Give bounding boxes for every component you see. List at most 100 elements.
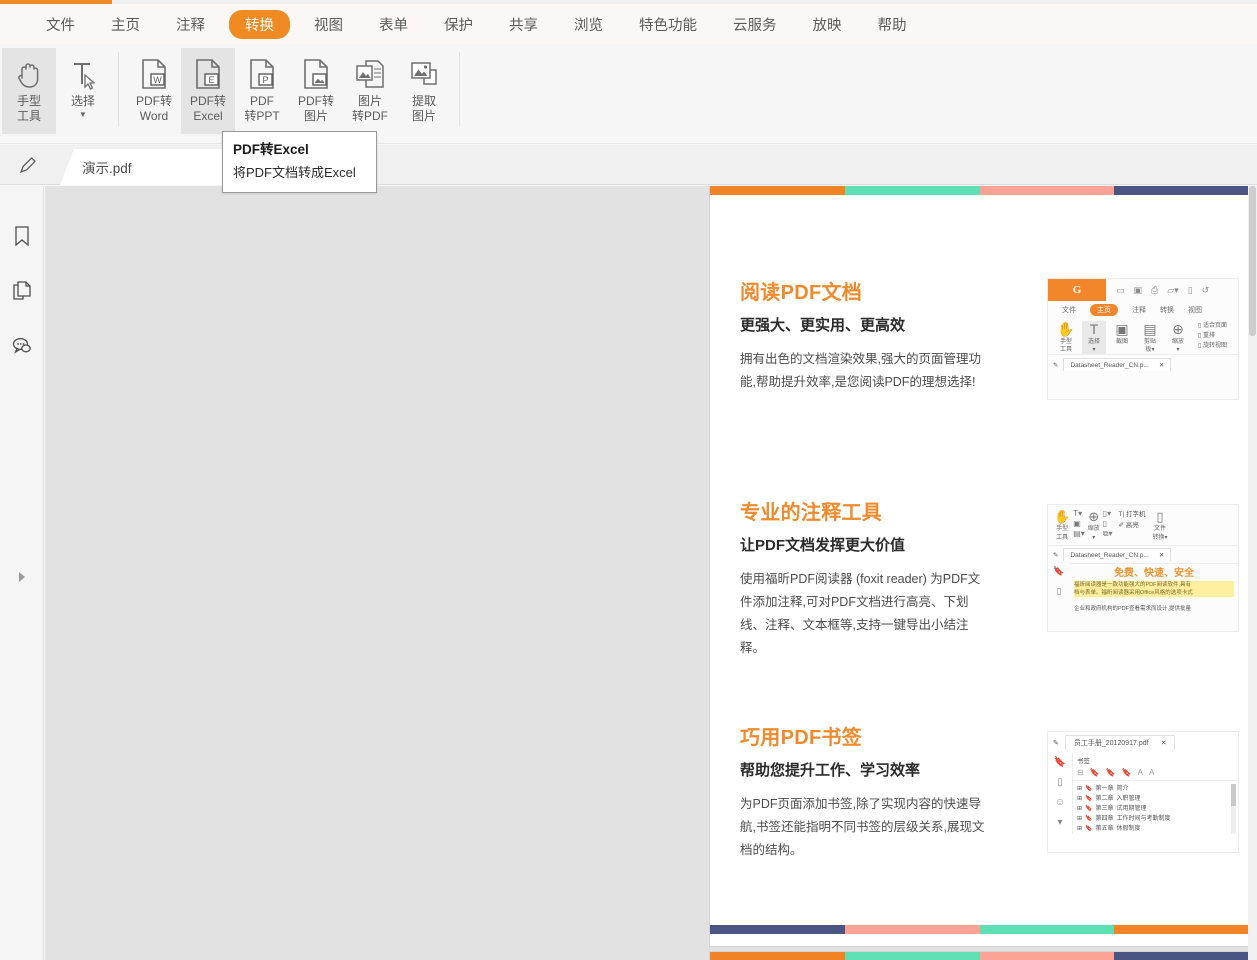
bookmark-row: ⊞🔖第三章试用期管理 <box>1077 804 1236 814</box>
file-word-icon: W <box>139 56 169 92</box>
mini2-highlight-line-1: 福昕阅读器是一款功能强大的PDF阅读软件,具有 <box>1074 581 1234 589</box>
ribbon-button-pdf-to-image[interactable]: PDF转图片 <box>289 48 343 134</box>
bookmark-chapter: 第二章 <box>1096 794 1114 804</box>
ribbon-button-extract-image[interactable]: 提取图片 <box>397 48 451 134</box>
color-band-2 <box>980 925 1115 934</box>
extract-image-icon <box>408 56 440 92</box>
ribbon-button-label: PDF转PPT <box>234 94 290 124</box>
mini2-annot-stack: T▾▣▤▾ <box>1073 509 1085 539</box>
viewer-scrollbar-track[interactable] <box>1248 186 1257 960</box>
bookmark-row: ⊞🔖第一章简介 <box>1077 784 1236 794</box>
sidebar-expand-button[interactable] <box>0 566 44 588</box>
ribbon-button-label: PDF转图片 <box>288 94 344 124</box>
ribbon-button-pdf-to-excel[interactable]: E PDF转Excel <box>181 48 235 134</box>
ribbon-group-tools: 手型工具 选择▼ <box>0 44 112 136</box>
ribbon-button-pdf-to-ppt[interactable]: P PDF转PPT <box>235 48 289 134</box>
menu-item-3[interactable]: 转换 <box>229 10 290 39</box>
bookmark-chapter: 第四章 <box>1096 814 1114 824</box>
sidebar-item-pages[interactable] <box>0 263 44 318</box>
mini-view-options: ▯ 适合页面▯ 重排▯ 旋转视图 <box>1194 321 1227 351</box>
mini2-zoom-tool: ⊕缩放▾ <box>1088 509 1100 543</box>
mini-view-option-2: ▯ 旋转视图 <box>1198 341 1227 351</box>
mini3-file-tab-close-icon: ✕ <box>1161 739 1167 747</box>
quick-access-toolbar: ▭ ▣ ⎙ ▱▾ ▯ ↺ <box>1106 279 1238 301</box>
color-band-0 <box>710 952 845 960</box>
viewer-scrollbar-thumb[interactable] <box>1249 186 1256 336</box>
expand-plus-icon: ⊞ <box>1077 794 1082 804</box>
mini3-panel-title: 书签 <box>1073 753 1238 766</box>
new-icon: ▯ <box>1188 285 1193 296</box>
color-band-3 <box>1114 952 1249 960</box>
menu-item-5[interactable]: 表单 <box>367 10 420 39</box>
mini2-file-tab-row: ✎ Datasheet_Reader_CN.p... ✕ <box>1048 545 1238 563</box>
sidebar-item-bookmark[interactable] <box>0 208 44 263</box>
menu-item-4[interactable]: 视图 <box>302 10 355 39</box>
color-band-0 <box>710 186 845 195</box>
page-top-color-bar <box>710 186 1249 195</box>
bookmark-name: 工作时间与考勤制度 <box>1117 814 1171 824</box>
menu-item-12[interactable]: 帮助 <box>866 10 919 39</box>
bookmark-chapter: 第三章 <box>1096 804 1114 814</box>
mini3-panel-toolbar: ⊟ 🔖 🔖 🔖 A A <box>1073 766 1238 781</box>
bookmark-icon: 🔖 <box>1085 814 1092 824</box>
hand-icon <box>14 56 44 92</box>
mini2-page-stack: ▯▾▯⧉▾ <box>1103 509 1113 539</box>
bookmark-row: ⊞🔖第五章休假制度 <box>1077 824 1236 834</box>
bookmark-name: 试用期管理 <box>1117 804 1147 814</box>
ribbon-button-image-to-pdf[interactable]: 图片转PDF <box>343 48 397 134</box>
pdf-viewer-area: 阅读PDF文档 更强大、更实用、更高效 拥有出色的文档渲染效果,强大的页面管理功… <box>45 186 1257 960</box>
menu-item-6[interactable]: 保护 <box>432 10 485 39</box>
mini-ribbon-tools: ✋手型工具 T选择▾ ▣截图 ▤剪贴板▾ ⊕缩放▾ ▯ 适合页面▯ 重排▯ 旋转… <box>1048 318 1238 354</box>
mini3-new-bookmark-icon: 🔖 <box>1090 768 1100 777</box>
section-3-screenshot: ✎ 员工手册_20120917.pdf ✕ 🔖 ▯ ☺ ▾ <box>1047 731 1239 853</box>
section-2-body: 使用福昕PDF阅读器 (foxit reader) 为PDF文件添加注释,可对P… <box>740 568 992 660</box>
mini-ribbon-tab-4: 视图 <box>1188 305 1202 315</box>
bookmark-row: ⊞🔖 第四章工作时间与考勤制度 <box>1077 814 1236 824</box>
menu-item-1[interactable]: 主页 <box>99 10 152 39</box>
menu-item-7[interactable]: 共享 <box>497 10 550 39</box>
mini-file-tab-row: ✎ Datasheet_Reader_CN.p... ✕ <box>1048 354 1238 374</box>
tooltip-pdf-to-excel: PDF转Excel 将PDF文档转成Excel <box>222 131 377 193</box>
color-band-1 <box>845 186 980 195</box>
edit-pencil-icon[interactable] <box>8 153 48 177</box>
menu-item-10[interactable]: 云服务 <box>721 10 789 39</box>
mini3-more-icon: ▾ <box>1057 817 1062 828</box>
document-tab[interactable]: 演示.pdf <box>60 149 240 185</box>
bookmark-chapter: 第一章 <box>1096 784 1114 794</box>
ribbon-button-label: 选择 <box>55 94 111 109</box>
ribbon-button-label: 提取图片 <box>396 94 452 124</box>
color-band-3 <box>1114 186 1249 195</box>
mini2-bookmark-icon: 🔖 <box>1053 566 1064 577</box>
chevron-down-icon[interactable]: ▼ <box>79 110 87 119</box>
menu-item-9[interactable]: 特色功能 <box>627 10 709 39</box>
mini3-pages-icon: ▯ <box>1057 777 1063 788</box>
mini2-tools: ✋手型工具 T▾▣▤▾ ⊕缩放▾ ▯▾▯⧉▾ T| 打字机 ✐ 高亮 ▯文件转换… <box>1048 505 1238 545</box>
menu-item-8[interactable]: 浏览 <box>562 10 615 39</box>
svg-text:P: P <box>262 75 268 85</box>
bookmark-name: 入职管理 <box>1117 794 1141 804</box>
mini3-bookmark-list: ⊞🔖第一章简介⊞🔖第二章入职管理⊞🔖第三章试用期管理⊞🔖第四章工作时间与考勤制度… <box>1073 781 1238 834</box>
foxit-reader-window: 文件主页注释转换视图表单保护共享浏览特色功能云服务放映帮助 手型工具 选择▼ W… <box>0 0 1257 960</box>
menu-item-0[interactable]: 文件 <box>34 10 87 39</box>
bookmark-icon: 🔖 <box>1085 824 1092 834</box>
menu-item-11[interactable]: 放映 <box>801 10 854 39</box>
file-ppt-icon: P <box>247 56 277 92</box>
sidebar-item-comments[interactable] <box>0 318 44 373</box>
save-icon: ▣ <box>1134 285 1143 296</box>
ribbon-button-pdf-to-word[interactable]: W PDF转Word <box>127 48 181 134</box>
mini-zoom-tool: ⊕缩放▾ <box>1166 321 1190 354</box>
ribbon-button-hand-tool[interactable]: 手型工具 <box>2 48 56 134</box>
ribbon-button-label: PDF转Excel <box>180 94 236 124</box>
expand-plus-icon: ⊞ <box>1077 814 1082 824</box>
mini-ribbon-tab-3: 转换 <box>1160 305 1174 315</box>
color-band-1 <box>845 925 980 934</box>
ribbon-toolbar: 手型工具 选择▼ W PDF转Word E PDF转Excel P PDF转PP… <box>0 44 1257 144</box>
menu-item-2[interactable]: 注释 <box>164 10 217 39</box>
color-band-2 <box>980 952 1115 960</box>
mini2-typewriter-label: T| 打字机 <box>1119 509 1146 520</box>
mini3-file-tab-label: 员工手册_20120917.pdf <box>1074 738 1149 748</box>
mini2-rail: 🔖 ▯ <box>1048 563 1070 615</box>
mini2-convert-tool: ▯文件转换▾ <box>1148 509 1167 543</box>
ribbon-button-select-tool[interactable]: 选择▼ <box>56 48 110 134</box>
bookmark-icon: 🔖 <box>1085 784 1092 794</box>
